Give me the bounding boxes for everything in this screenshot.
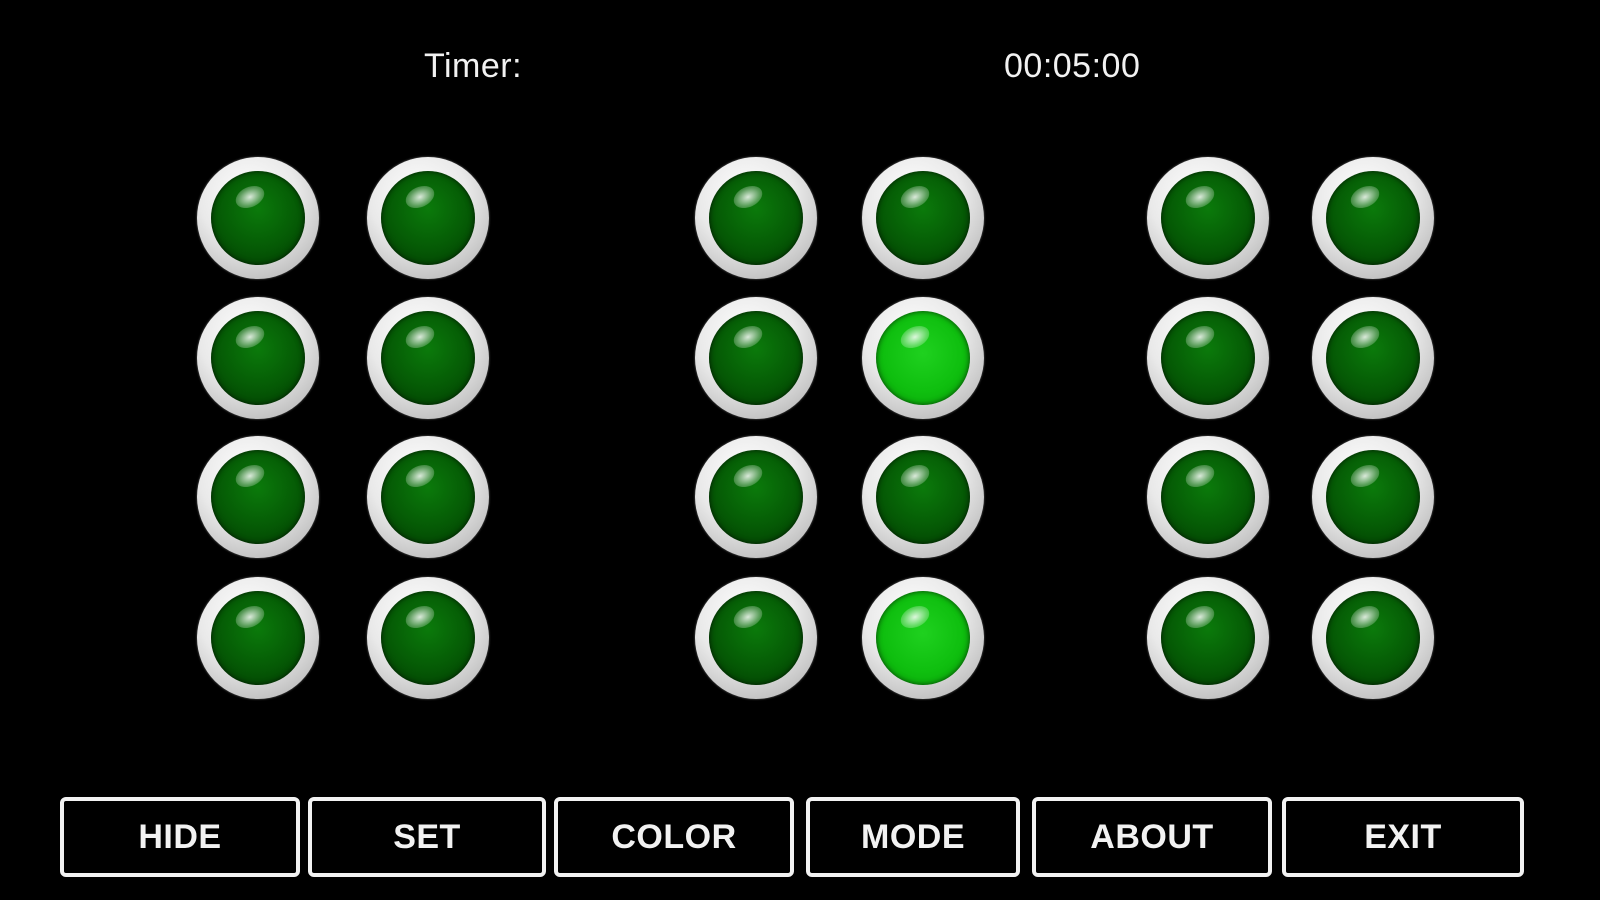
about-button[interactable]: ABOUT	[1032, 797, 1272, 877]
led-glint	[897, 460, 933, 492]
timer-value: 00:05:00	[1004, 47, 1141, 85]
led-lamp	[381, 591, 475, 685]
led-glint	[1347, 601, 1383, 633]
led-group-1-col1-row3-off	[197, 436, 319, 558]
led-glint	[402, 321, 438, 353]
led-lamp	[709, 171, 803, 265]
set-button[interactable]: SET	[308, 797, 546, 877]
led-lamp	[709, 591, 803, 685]
led-group-3-col1-row4-off	[1147, 577, 1269, 699]
led-lamp	[211, 171, 305, 265]
led-lamp	[709, 450, 803, 544]
led-lamp	[1326, 591, 1420, 685]
led-lamp	[1161, 311, 1255, 405]
led-group-1-col1-row4-off	[197, 577, 319, 699]
led-group-2-col2-row3-off	[862, 436, 984, 558]
timer-label: Timer:	[424, 47, 523, 85]
led-glint	[232, 321, 268, 353]
led-group-2-col1-row3-off	[695, 436, 817, 558]
led-glint	[232, 460, 268, 492]
led-group-3-col1-row2-off	[1147, 297, 1269, 419]
button-bar: HIDE SET COLOR MODE ABOUT EXIT	[60, 797, 1526, 881]
led-lamp	[876, 311, 970, 405]
led-glint	[402, 181, 438, 213]
led-glint	[730, 601, 766, 633]
led-lamp	[1161, 171, 1255, 265]
led-glint	[232, 181, 268, 213]
led-group-3-col2-row2-off	[1312, 297, 1434, 419]
led-glint	[1182, 321, 1218, 353]
led-lamp	[876, 450, 970, 544]
led-glint	[402, 601, 438, 633]
led-glint	[1347, 321, 1383, 353]
led-glint	[1182, 460, 1218, 492]
mode-button[interactable]: MODE	[806, 797, 1020, 877]
led-group-1-col2-row3-off	[367, 436, 489, 558]
led-lamp	[211, 450, 305, 544]
led-lamp	[381, 450, 475, 544]
led-group-1-col1-row2-off	[197, 297, 319, 419]
led-lamp	[211, 591, 305, 685]
binary-clock-app: Timer: 00:05:00 HIDE SET COLOR MODE ABOU…	[0, 0, 1600, 900]
led-glint	[1182, 181, 1218, 213]
led-lamp	[1326, 311, 1420, 405]
led-lamp	[1161, 591, 1255, 685]
led-glint	[730, 181, 766, 213]
led-glint	[897, 181, 933, 213]
led-group-1-col1-row1-off	[197, 157, 319, 279]
led-group-1-col2-row4-off	[367, 577, 489, 699]
led-group-1-col2-row2-off	[367, 297, 489, 419]
led-lamp	[1326, 450, 1420, 544]
led-group-2-col1-row1-off	[695, 157, 817, 279]
led-glint	[1347, 181, 1383, 213]
led-group-2-col1-row2-off	[695, 297, 817, 419]
led-glint	[730, 460, 766, 492]
led-lamp	[876, 591, 970, 685]
led-glint	[897, 601, 933, 633]
hide-button[interactable]: HIDE	[60, 797, 300, 877]
exit-button[interactable]: EXIT	[1282, 797, 1524, 877]
led-lamp	[1161, 450, 1255, 544]
led-lamp	[709, 311, 803, 405]
led-group-2-col1-row4-off	[695, 577, 817, 699]
led-lamp	[381, 171, 475, 265]
led-group-3-col2-row4-off	[1312, 577, 1434, 699]
led-glint	[232, 601, 268, 633]
led-glint	[897, 321, 933, 353]
led-lamp	[1326, 171, 1420, 265]
led-group-1-col2-row1-off	[367, 157, 489, 279]
led-lamp	[876, 171, 970, 265]
led-glint	[1182, 601, 1218, 633]
led-group-2-col2-row1-off	[862, 157, 984, 279]
led-glint	[402, 460, 438, 492]
led-group-2-col2-row4-on	[862, 577, 984, 699]
led-group-3-col2-row3-off	[1312, 436, 1434, 558]
led-group-2-col2-row2-on	[862, 297, 984, 419]
led-lamp	[381, 311, 475, 405]
led-group-3-col1-row1-off	[1147, 157, 1269, 279]
led-glint	[1347, 460, 1383, 492]
color-button[interactable]: COLOR	[554, 797, 794, 877]
led-glint	[730, 321, 766, 353]
led-group-3-col1-row3-off	[1147, 436, 1269, 558]
led-lamp	[211, 311, 305, 405]
led-group-3-col2-row1-off	[1312, 157, 1434, 279]
